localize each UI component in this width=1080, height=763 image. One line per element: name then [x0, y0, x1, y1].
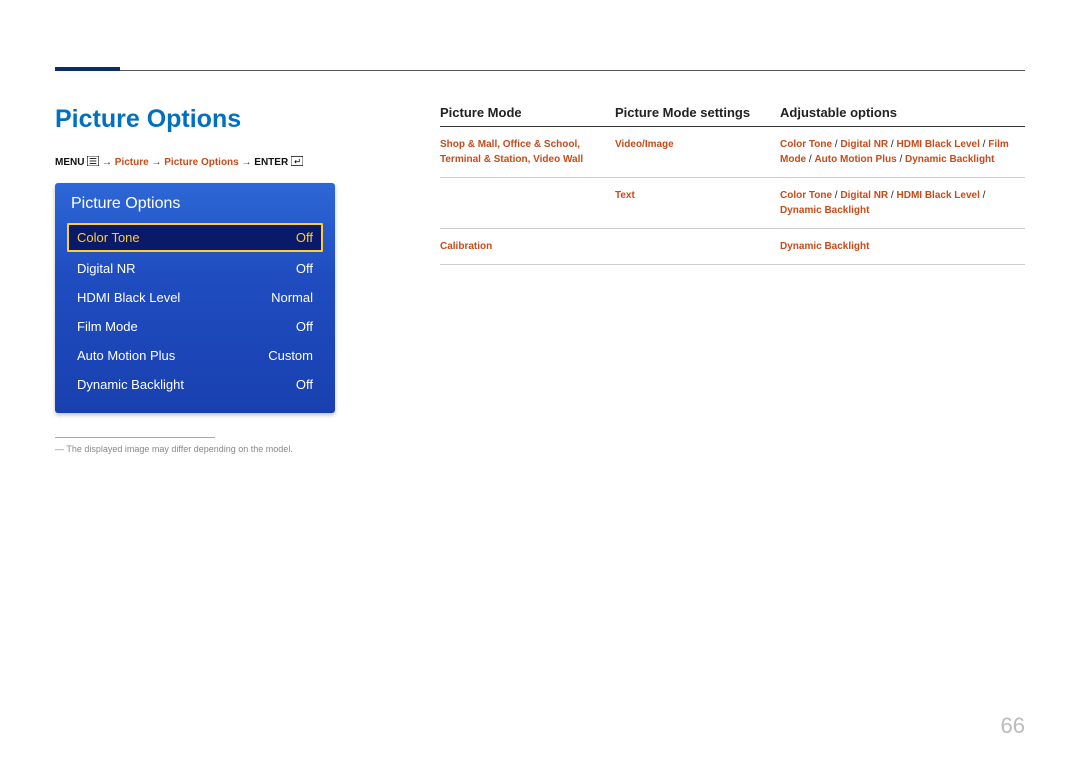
osd-row-value: Normal — [271, 290, 313, 305]
breadcrumb-arrow-1: → — [102, 157, 112, 168]
table-cell-settings: Text — [615, 188, 780, 218]
option-name: HDMI Black Level — [897, 190, 980, 201]
table-cell-mode: Shop & Mall, Office & School, Terminal &… — [440, 137, 615, 167]
enter-icon — [291, 156, 303, 169]
osd-row[interactable]: HDMI Black Level Normal — [67, 283, 323, 312]
option-name: Dynamic Backlight — [780, 241, 869, 252]
breadcrumb-picture-options: Picture Options — [164, 157, 238, 168]
top-horizontal-rule — [55, 70, 1025, 71]
table-cell-adjustable: Dynamic Backlight — [780, 239, 1025, 254]
osd-row[interactable]: Digital NR Off — [67, 254, 323, 283]
table-row: Shop & Mall, Office & School, Terminal &… — [440, 127, 1025, 178]
right-column: Picture Mode Picture Mode settings Adjus… — [440, 105, 1025, 454]
footnote-text: ― The displayed image may differ dependi… — [55, 444, 395, 454]
separator: / — [980, 190, 986, 201]
osd-panel: Picture Options Color Tone Off Digital NR O… — [55, 183, 335, 413]
page-number: 66 — [1001, 713, 1025, 739]
option-name: Auto Motion Plus — [814, 154, 896, 165]
separator: / — [980, 139, 988, 150]
table-header-picture-mode: Picture Mode — [440, 105, 615, 120]
option-name: Digital NR — [840, 139, 888, 150]
menu-icon — [87, 156, 99, 169]
osd-row-value: Custom — [268, 348, 313, 363]
osd-row-label: Dynamic Backlight — [77, 377, 184, 392]
option-name: Color Tone — [780, 139, 832, 150]
table-cell-settings: Video/Image — [615, 137, 780, 167]
osd-row-label: Auto Motion Plus — [77, 348, 175, 363]
footnote-rule — [55, 437, 215, 438]
breadcrumb-menu-label: MENU — [55, 157, 84, 168]
options-table: Picture Mode Picture Mode settings Adjus… — [440, 105, 1025, 265]
option-name: Digital NR — [840, 190, 888, 201]
table-header-settings: Picture Mode settings — [615, 105, 780, 120]
table-header-adjustable: Adjustable options — [780, 105, 1025, 120]
left-column: Picture Options MENU → Picture → Picture… — [55, 105, 395, 454]
section-title: Picture Options — [55, 105, 395, 134]
table-header-row: Picture Mode Picture Mode settings Adjus… — [440, 105, 1025, 127]
osd-row-value: Off — [296, 377, 313, 392]
osd-row-label: Color Tone — [77, 230, 140, 245]
option-name: Dynamic Backlight — [780, 205, 869, 216]
top-rule-accent — [55, 67, 120, 71]
osd-row-label: HDMI Black Level — [77, 290, 180, 305]
separator: / — [888, 139, 896, 150]
breadcrumb-picture: Picture — [115, 157, 149, 168]
option-name: Color Tone — [780, 190, 832, 201]
osd-row[interactable]: Dynamic Backlight Off — [67, 370, 323, 399]
table-cell-adjustable: Color Tone / Digital NR / HDMI Black Lev… — [780, 137, 1025, 167]
osd-row[interactable]: Film Mode Off — [67, 312, 323, 341]
table-row: Calibration Dynamic Backlight — [440, 229, 1025, 265]
osd-row[interactable]: Color Tone Off — [67, 223, 323, 252]
table-cell-mode — [440, 188, 615, 218]
table-row: TextColor Tone / Digital NR / HDMI Black… — [440, 178, 1025, 229]
osd-panel-title: Picture Options — [67, 193, 323, 215]
breadcrumb-arrow-3: → — [242, 157, 252, 168]
osd-row-value: Off — [296, 261, 313, 276]
osd-row-value: Off — [296, 230, 313, 245]
osd-row-label: Film Mode — [77, 319, 138, 334]
separator: / — [888, 190, 896, 201]
separator: / — [897, 154, 905, 165]
osd-row-label: Digital NR — [77, 261, 136, 276]
osd-row-value: Off — [296, 319, 313, 334]
breadcrumb: MENU → Picture → Picture Options → ENTER — [55, 156, 395, 169]
table-cell-settings — [615, 239, 780, 254]
osd-row[interactable]: Auto Motion Plus Custom — [67, 341, 323, 370]
option-name: Dynamic Backlight — [905, 154, 994, 165]
table-cell-mode: Calibration — [440, 239, 615, 254]
option-name: HDMI Black Level — [897, 139, 980, 150]
breadcrumb-arrow-2: → — [151, 157, 161, 168]
page-content: Picture Options MENU → Picture → Picture… — [55, 65, 1025, 454]
breadcrumb-enter-label: ENTER — [254, 157, 288, 168]
table-cell-adjustable: Color Tone / Digital NR / HDMI Black Lev… — [780, 188, 1025, 218]
